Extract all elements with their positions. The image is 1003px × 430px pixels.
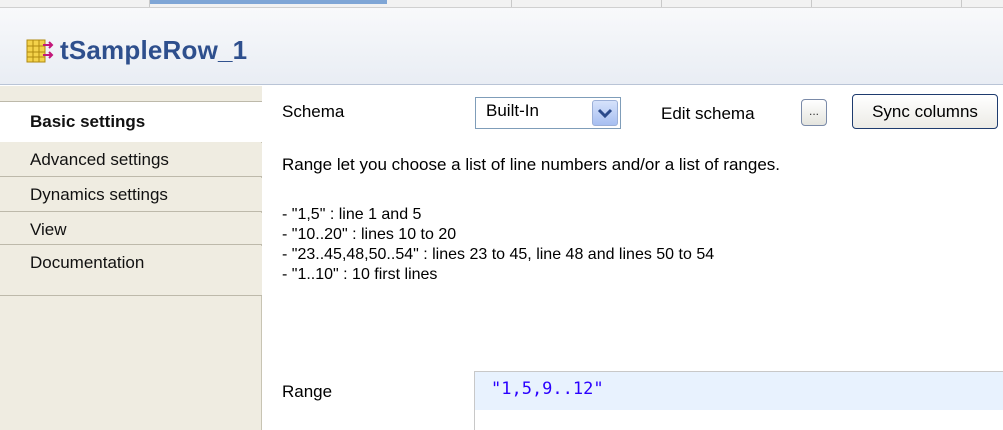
tab-dynamics-settings[interactable]: Dynamics settings (0, 178, 262, 212)
sync-columns-button[interactable]: Sync columns (852, 94, 998, 129)
range-help-intro: Range let you choose a list of line numb… (282, 155, 781, 174)
range-label: Range (282, 382, 333, 401)
editor-tab-strip (0, 0, 1003, 8)
range-input[interactable]: "1,5,9..12" (474, 371, 1003, 430)
settings-sidebar: Basic settings Advanced settings Dynamic… (0, 86, 262, 430)
tab-advanced-settings[interactable]: Advanced settings (0, 143, 262, 177)
edit-schema-button[interactable]: ... (801, 99, 827, 126)
active-tab-indicator (150, 0, 387, 4)
sidebar-header (0, 86, 262, 102)
tab-basic-settings[interactable]: Basic settings (0, 102, 262, 142)
schema-select-value: Built-In (486, 101, 539, 120)
editor-tab[interactable] (512, 0, 662, 7)
component-title: tSampleRow_1 (60, 35, 248, 65)
editor-tab[interactable] (387, 0, 512, 7)
editor-tab[interactable] (812, 0, 962, 7)
editor-tab[interactable] (662, 0, 812, 7)
editor-tab[interactable] (0, 0, 150, 7)
chevron-down-icon[interactable] (592, 100, 618, 126)
tab-view[interactable]: View (0, 213, 262, 245)
basic-settings-panel: Schema Built-In Edit schema ... Sync col… (263, 86, 1003, 430)
range-help-line: - "10..20" : lines 10 to 20 (282, 226, 457, 243)
tab-label: Documentation (30, 253, 145, 272)
component-title-bar: tSampleRow_1 (0, 8, 1003, 85)
range-help-line: - "1..10" : 10 first lines (282, 266, 438, 283)
range-help-line: - "23..45,48,50..54" : lines 23 to 45, l… (282, 246, 715, 263)
tab-label: Advanced settings (30, 150, 169, 169)
schema-label: Schema (282, 102, 345, 121)
tab-label: View (30, 220, 67, 239)
tab-label: Dynamics settings (30, 185, 168, 204)
schema-select[interactable]: Built-In (475, 97, 621, 129)
range-help-line: - "1,5" : line 1 and 5 (282, 206, 422, 223)
tab-documentation[interactable]: Documentation (0, 246, 262, 296)
range-value: "1,5,9..12" (491, 379, 604, 399)
edit-schema-label: Edit schema (661, 104, 755, 123)
component-icon (26, 39, 54, 63)
tab-label: Basic settings (30, 112, 146, 131)
